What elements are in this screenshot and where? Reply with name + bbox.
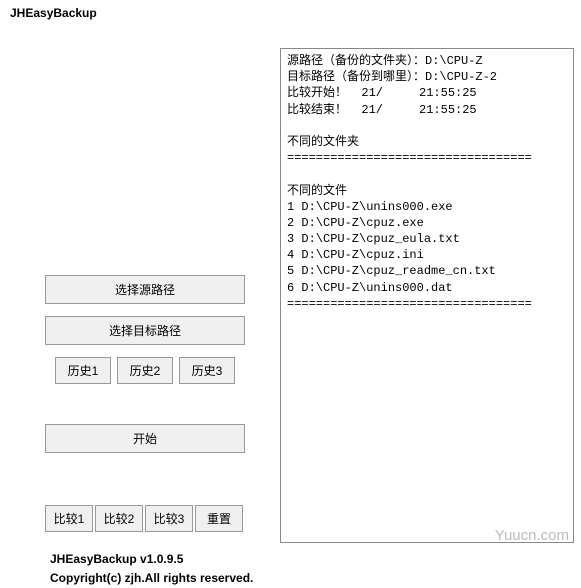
compare2-button[interactable]: 比较2 — [95, 505, 143, 532]
log-file-line: 1 D:\CPU-Z\unins000.exe — [287, 200, 453, 214]
log-diff-files-header: 不同的文件 — [287, 184, 347, 198]
select-target-button[interactable]: 选择目标路径 — [45, 316, 245, 345]
reset-button[interactable]: 重置 — [195, 505, 243, 532]
log-line: 目标路径（备份到哪里）：D:\CPU-Z-2 — [287, 70, 497, 84]
history2-button[interactable]: 历史2 — [117, 357, 173, 384]
compare3-button[interactable]: 比较3 — [145, 505, 193, 532]
select-source-button[interactable]: 选择源路径 — [45, 275, 245, 304]
log-line: 比较开始！ 21/ 21:55:25 — [287, 86, 477, 100]
log-file-line: 4 D:\CPU-Z\cpuz.ini — [287, 248, 424, 262]
history1-button[interactable]: 历史1 — [55, 357, 111, 384]
left-controls: 选择源路径 选择目标路径 历史1 历史2 历史3 开始 比较1 比较2 比较3 … — [20, 275, 270, 588]
copyright-label: Copyright(c) zjh.All rights reserved. — [50, 569, 270, 588]
window-title: JHEasyBackup — [0, 0, 581, 26]
log-line: 比较结束！ 21/ 21:55:25 — [287, 103, 477, 117]
log-file-line: 6 D:\CPU-Z\unins000.dat — [287, 281, 453, 295]
start-button[interactable]: 开始 — [45, 424, 245, 453]
log-line: 源路径（备份的文件夹）：D:\CPU-Z — [287, 54, 483, 68]
log-file-line: 5 D:\CPU-Z\cpuz_readme_cn.txt — [287, 264, 496, 278]
compare-row: 比较1 比较2 比较3 重置 — [45, 505, 270, 532]
compare1-button[interactable]: 比较1 — [45, 505, 93, 532]
version-label: JHEasyBackup v1.0.9.5 — [50, 550, 270, 569]
log-file-line: 3 D:\CPU-Z\cpuz_eula.txt — [287, 232, 460, 246]
history3-button[interactable]: 历史3 — [179, 357, 235, 384]
log-separator: ================================== — [287, 297, 532, 311]
history-row: 历史1 历史2 历史3 — [20, 357, 270, 384]
log-diff-folders-header: 不同的文件夹 — [287, 135, 359, 149]
log-output: 源路径（备份的文件夹）：D:\CPU-Z 目标路径（备份到哪里）：D:\CPU-… — [280, 48, 574, 543]
log-file-line: 2 D:\CPU-Z\cpuz.exe — [287, 216, 424, 230]
app-info: JHEasyBackup v1.0.9.5 Copyright(c) zjh.A… — [50, 550, 270, 588]
log-separator: ================================== — [287, 151, 532, 165]
